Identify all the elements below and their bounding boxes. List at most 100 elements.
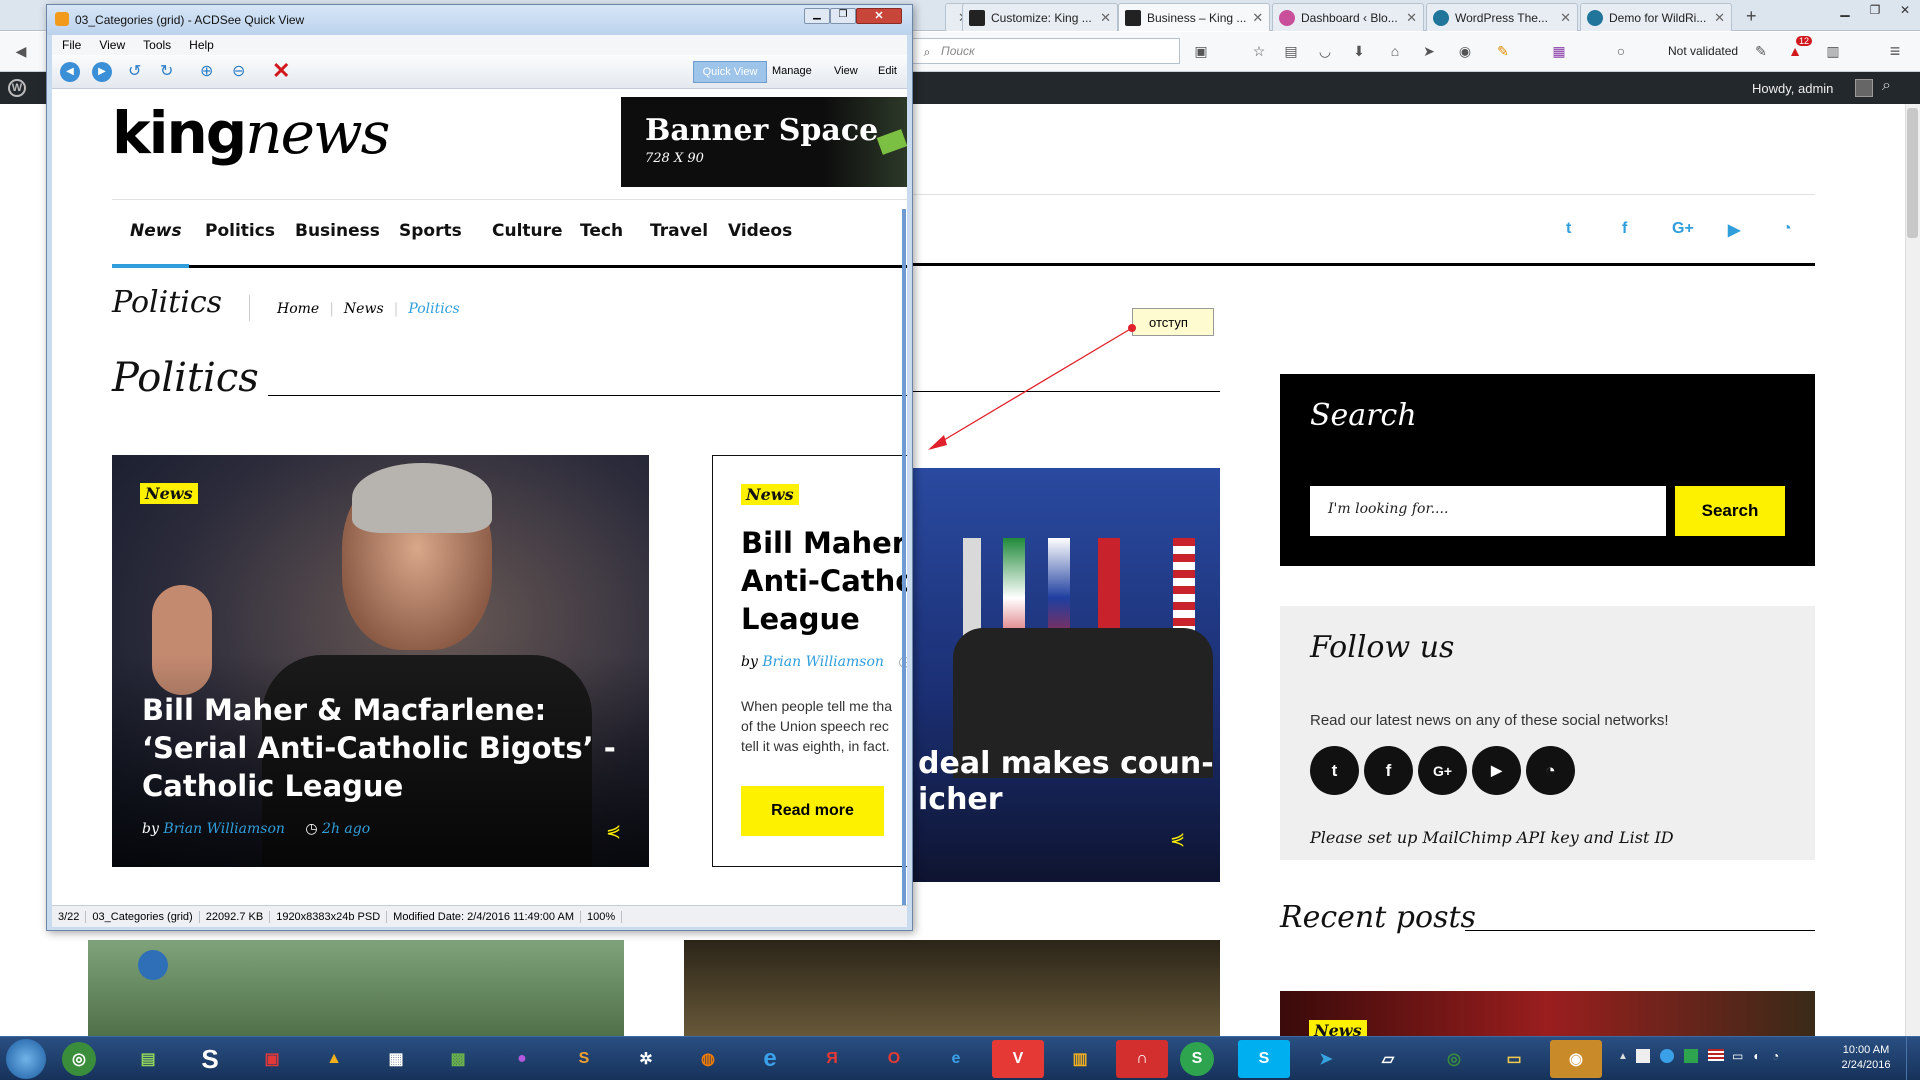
search-icon[interactable]: ⌕: [1882, 77, 1891, 95]
category-badge[interactable]: News: [741, 484, 799, 505]
rotate-left-icon[interactable]: ↺: [128, 61, 148, 81]
menu-help[interactable]: Help: [189, 38, 214, 52]
post-title[interactable]: deal makes coun- icher: [918, 746, 1214, 818]
close-icon[interactable]: ✕: [856, 8, 902, 24]
mode-manage[interactable]: Manage: [772, 65, 812, 77]
volume-icon[interactable]: ◖: [1752, 1049, 1759, 1063]
chat-icon[interactable]: ◉: [1456, 42, 1474, 60]
youtube-icon[interactable]: ▶: [1472, 746, 1521, 795]
chrome-icon[interactable]: ◎: [62, 1042, 96, 1076]
post-title[interactable]: Bill Maher & Macfarlene: ‘Serial Anti-Ca…: [142, 691, 632, 805]
share-icon[interactable]: ⋞: [606, 821, 621, 842]
anydesk-icon[interactable]: ∩: [1116, 1040, 1168, 1078]
nav-culture[interactable]: Culture: [492, 221, 563, 241]
trash-icon[interactable]: ▥: [1824, 42, 1842, 60]
menu-view[interactable]: View: [99, 38, 125, 52]
share-icon[interactable]: ⋞: [1170, 829, 1185, 850]
acdsee-taskbar-icon[interactable]: ◉: [1550, 1040, 1602, 1078]
nav-news[interactable]: News: [130, 221, 182, 241]
telegram-icon[interactable]: ➤: [1300, 1040, 1352, 1078]
status-circle-icon[interactable]: ○: [1612, 42, 1630, 60]
extension-icon[interactable]: ✎: [1494, 42, 1512, 60]
nav-politics[interactable]: Politics: [205, 221, 275, 241]
tab-customize[interactable]: Customize: King ... ✕: [962, 3, 1118, 31]
firefox-icon[interactable]: ◍: [682, 1040, 734, 1078]
avatar[interactable]: [1855, 79, 1873, 97]
post-card-image[interactable]: [913, 468, 1220, 882]
tab-demo[interactable]: Demo for WildRi... ✕: [1580, 3, 1732, 31]
send-icon[interactable]: ➤: [1420, 42, 1438, 60]
back-icon[interactable]: ◀: [12, 42, 30, 60]
close-icon[interactable]: ✕: [1708, 10, 1725, 26]
rss-icon[interactable]: ◔: [1526, 746, 1575, 795]
breadcrumb-home[interactable]: Home: [277, 301, 319, 317]
tray-shield-icon[interactable]: [1684, 1049, 1698, 1063]
greenapp-icon[interactable]: S: [1180, 1042, 1214, 1076]
grid-apps-icon[interactable]: ▦: [1550, 42, 1568, 60]
opera-icon[interactable]: O: [868, 1040, 920, 1078]
edit-icon[interactable]: ✎: [1752, 42, 1770, 60]
google-plus-icon[interactable]: G+: [1418, 746, 1467, 795]
breadcrumb-news[interactable]: News: [344, 301, 384, 317]
tab-dashboard[interactable]: Dashboard ‹ Blo... ✕: [1272, 3, 1424, 31]
next-icon[interactable]: ▶: [92, 62, 112, 82]
language-flag-icon[interactable]: [1708, 1049, 1724, 1061]
search-input[interactable]: I'm looking for....: [1310, 486, 1666, 536]
facebook-icon[interactable]: f: [1622, 220, 1627, 238]
start-button[interactable]: [6, 1039, 46, 1079]
maximize-icon[interactable]: ❐: [830, 8, 856, 24]
mode-quick-view[interactable]: Quick View: [693, 61, 767, 83]
category-badge[interactable]: News: [140, 483, 198, 504]
filmstrip-icon[interactable]: ▥: [1054, 1040, 1106, 1078]
warning-app-icon[interactable]: ▲: [308, 1040, 360, 1078]
post-card-image[interactable]: [684, 940, 1220, 1036]
nav-videos[interactable]: Videos: [728, 221, 792, 241]
edge-icon[interactable]: e: [930, 1040, 982, 1078]
post-title[interactable]: Bill Maher & Anti-Cathol League: [741, 524, 907, 638]
mode-view[interactable]: View: [834, 65, 858, 77]
minimize-icon[interactable]: ▁: [804, 8, 830, 24]
twitter-icon[interactable]: t: [1566, 220, 1571, 238]
screenshot-icon[interactable]: ▣: [1192, 42, 1210, 60]
chrome-window-icon[interactable]: ◎: [1428, 1040, 1480, 1078]
download-icon[interactable]: ⬇: [1350, 42, 1368, 60]
vivaldi-icon[interactable]: V: [992, 1040, 1044, 1078]
post-card[interactable]: News Bill Maher & Anti-Cathol League by …: [712, 455, 907, 867]
close-icon[interactable]: ✕: [1246, 10, 1263, 26]
zoom-in-icon[interactable]: ⊕: [200, 61, 220, 81]
admin-greeting[interactable]: Howdy, admin: [1752, 81, 1833, 96]
close-icon[interactable]: ✕: [1400, 10, 1417, 26]
zoom-out-icon[interactable]: ⊖: [232, 61, 252, 81]
bug-app-icon[interactable]: ✲: [620, 1040, 672, 1078]
pocket-icon[interactable]: ◡: [1316, 42, 1334, 60]
post-card[interactable]: News Bill Maher & Macfarlene: ‘Serial An…: [112, 455, 649, 867]
nav-sports[interactable]: Sports: [399, 221, 462, 241]
banner-ad[interactable]: Banner Space 728 X 90: [621, 97, 907, 187]
read-more-button[interactable]: Read more: [741, 786, 884, 836]
menu-tools[interactable]: Tools: [143, 38, 171, 52]
author-link[interactable]: Brian Williamson: [163, 821, 285, 837]
window-switch-icon[interactable]: ▱: [1362, 1040, 1414, 1078]
calculator-icon[interactable]: ▦: [370, 1040, 422, 1078]
delete-icon[interactable]: ✕: [272, 58, 290, 84]
wifi-icon[interactable]: ◔: [1772, 1049, 1779, 1063]
new-tab-button[interactable]: +: [1746, 6, 1757, 27]
bookmark-star-icon[interactable]: ☆: [1250, 42, 1268, 60]
explorer-icon[interactable]: ▭: [1488, 1040, 1540, 1078]
skype-s-icon[interactable]: S: [184, 1040, 236, 1078]
category-badge[interactable]: News: [1309, 1020, 1367, 1036]
notepad-icon[interactable]: ▤: [122, 1040, 174, 1078]
browser-search-input[interactable]: Поиск: [910, 38, 1180, 64]
nav-business[interactable]: Business: [295, 221, 380, 241]
author-link[interactable]: Brian Williamson: [762, 654, 884, 670]
youtube-icon[interactable]: ▶: [1728, 220, 1740, 240]
minimize-icon[interactable]: ▁: [1830, 0, 1860, 20]
media-player-icon[interactable]: ●: [496, 1040, 548, 1078]
rotate-right-icon[interactable]: ↻: [160, 61, 180, 81]
ie-icon[interactable]: e: [744, 1040, 796, 1078]
post-card-image[interactable]: [88, 940, 624, 1036]
scrollbar-thumb[interactable]: [1907, 108, 1918, 238]
save-disk-icon[interactable]: ▣: [246, 1040, 298, 1078]
mode-edit[interactable]: Edit: [878, 65, 897, 77]
tray-app-icon[interactable]: [1636, 1049, 1650, 1063]
